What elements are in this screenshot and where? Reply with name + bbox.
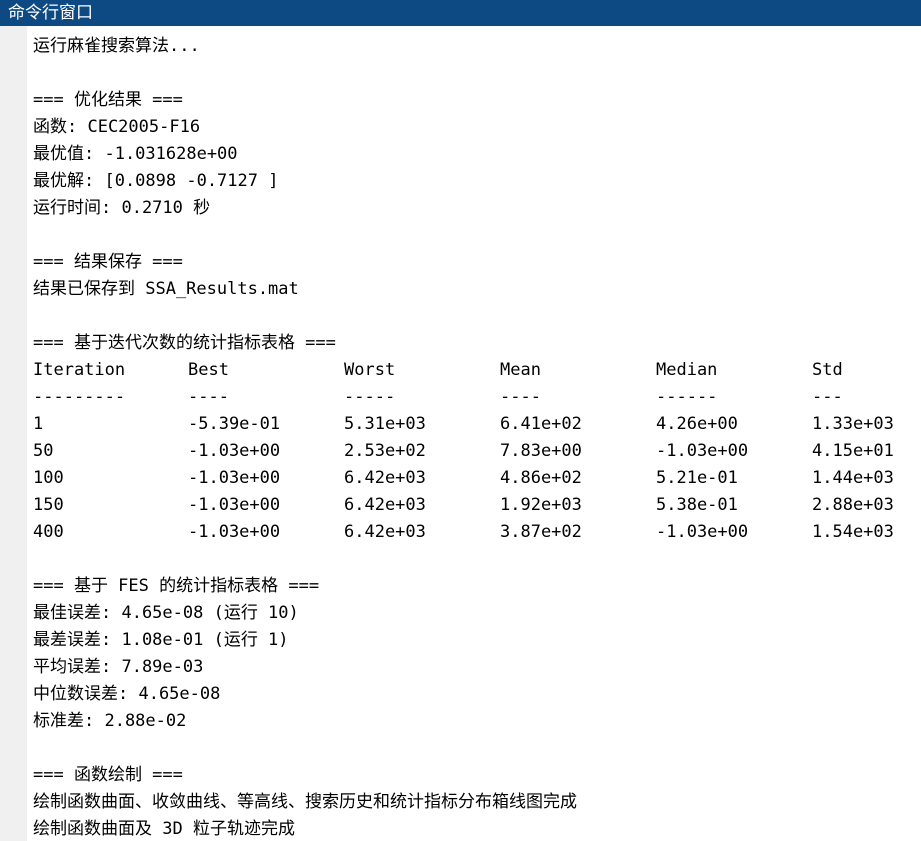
save-message: 结果已保存到 SSA_Results.mat bbox=[33, 279, 299, 299]
table-cell: 5.31e+03 bbox=[344, 414, 426, 434]
table-cell: -1.03e+00 bbox=[188, 468, 281, 488]
table-cell: 5.21e-01 bbox=[656, 468, 738, 488]
table-cell: 1.33e+03 bbox=[812, 414, 894, 434]
column-header: Best bbox=[188, 360, 229, 380]
table-column-headers: Iteration Best Worst Mean Median Std bbox=[33, 357, 921, 384]
plot-message-2: 绘制函数曲面及 3D 粒子轨迹完成 bbox=[33, 819, 295, 839]
separator: --- bbox=[812, 387, 843, 407]
function-line: 函数: CEC2005-F16 bbox=[33, 117, 201, 137]
table-cell: 3.87e+02 bbox=[500, 522, 582, 542]
table-cell: -1.03e+00 bbox=[188, 522, 281, 542]
separator: ------ bbox=[656, 387, 718, 407]
worst-error-line: 最差误差: 1.08e-01 (运行 1) bbox=[33, 630, 289, 650]
table-cell: -1.03e+00 bbox=[656, 441, 749, 461]
separator: --------- bbox=[33, 387, 126, 407]
table-cell: 7.83e+00 bbox=[500, 441, 582, 461]
separator: ----- bbox=[344, 387, 396, 407]
plot-header: === 函数绘制 === bbox=[33, 765, 183, 785]
table-cell: 6.42e+03 bbox=[344, 495, 426, 515]
best-solution-line: 最优解: [0.0898 -0.7127 ] bbox=[33, 171, 279, 191]
command-window: 命令行窗口 运行麻雀搜索算法... === 优化结果 === 函数: CEC20… bbox=[0, 0, 921, 841]
table-cell: 5.38e-01 bbox=[656, 495, 738, 515]
std-line: 标准差: 2.88e-02 bbox=[33, 711, 187, 731]
column-header: Mean bbox=[500, 360, 541, 380]
table-cell: 1.44e+03 bbox=[812, 468, 894, 488]
median-error-line: 中位数误差: 4.65e-08 bbox=[33, 684, 221, 704]
table-row: 150 -1.03e+00 6.42e+03 1.92e+03 5.38e-01… bbox=[33, 492, 921, 519]
table-cell: 4.15e+01 bbox=[812, 441, 894, 461]
column-header: Median bbox=[656, 360, 718, 380]
table-cell: 1 bbox=[33, 414, 44, 434]
console-gutter bbox=[0, 26, 27, 841]
table-cell: 6.42e+03 bbox=[344, 522, 426, 542]
best-error-line: 最佳误差: 4.65e-08 (运行 10) bbox=[33, 603, 299, 623]
table-cell: 1.92e+03 bbox=[500, 495, 582, 515]
table-row: 100 -1.03e+00 6.42e+03 4.86e+02 5.21e-01… bbox=[33, 465, 921, 492]
run-start-message: 运行麻雀搜索算法... bbox=[33, 36, 200, 56]
table-cell: 400 bbox=[33, 522, 64, 542]
table-cell: -1.03e+00 bbox=[188, 441, 281, 461]
separator: ---- bbox=[500, 387, 541, 407]
table-cell: 6.42e+03 bbox=[344, 468, 426, 488]
table-row: 400 -1.03e+00 6.42e+03 3.87e+02 -1.03e+0… bbox=[33, 519, 921, 546]
runtime-line: 运行时间: 0.2710 秒 bbox=[33, 198, 211, 218]
table-cell: 2.88e+03 bbox=[812, 495, 894, 515]
table-cell: 2.53e+02 bbox=[344, 441, 426, 461]
optimization-header: === 优化结果 === bbox=[33, 90, 183, 110]
separator: ---- bbox=[188, 387, 229, 407]
console-output[interactable]: 运行麻雀搜索算法... === 优化结果 === 函数: CEC2005-F16… bbox=[33, 33, 921, 841]
table-cell: 50 bbox=[33, 441, 54, 461]
table-cell: 100 bbox=[33, 468, 64, 488]
save-header: === 结果保存 === bbox=[33, 252, 183, 272]
column-header: Worst bbox=[344, 360, 396, 380]
best-value-line: 最优值: -1.031628e+00 bbox=[33, 144, 238, 164]
table-cell: 6.41e+02 bbox=[500, 414, 582, 434]
table-cell: -1.03e+00 bbox=[656, 522, 749, 542]
table-cell: -1.03e+00 bbox=[188, 495, 281, 515]
plot-message-1: 绘制函数曲面、收敛曲线、等高线、搜索历史和统计指标分布箱线图完成 bbox=[33, 792, 577, 812]
table-separator: --------- ---- ----- ---- ------ --- bbox=[33, 384, 921, 411]
table-cell: -5.39e-01 bbox=[188, 414, 281, 434]
table-row: 1 -5.39e-01 5.31e+03 6.41e+02 4.26e+00 1… bbox=[33, 411, 921, 438]
mean-error-line: 平均误差: 7.89e-03 bbox=[33, 657, 204, 677]
table-cell: 1.54e+03 bbox=[812, 522, 894, 542]
fes-table-header: === 基于 FES 的统计指标表格 === bbox=[33, 576, 320, 596]
window-title: 命令行窗口 bbox=[0, 0, 921, 26]
table-cell: 4.26e+00 bbox=[656, 414, 738, 434]
iteration-table-header: === 基于迭代次数的统计指标表格 === bbox=[33, 333, 336, 353]
table-row: 50 -1.03e+00 2.53e+02 7.83e+00 -1.03e+00… bbox=[33, 438, 921, 465]
column-header: Iteration bbox=[33, 360, 126, 380]
table-cell: 150 bbox=[33, 495, 64, 515]
table-cell: 4.86e+02 bbox=[500, 468, 582, 488]
column-header: Std bbox=[812, 360, 843, 380]
